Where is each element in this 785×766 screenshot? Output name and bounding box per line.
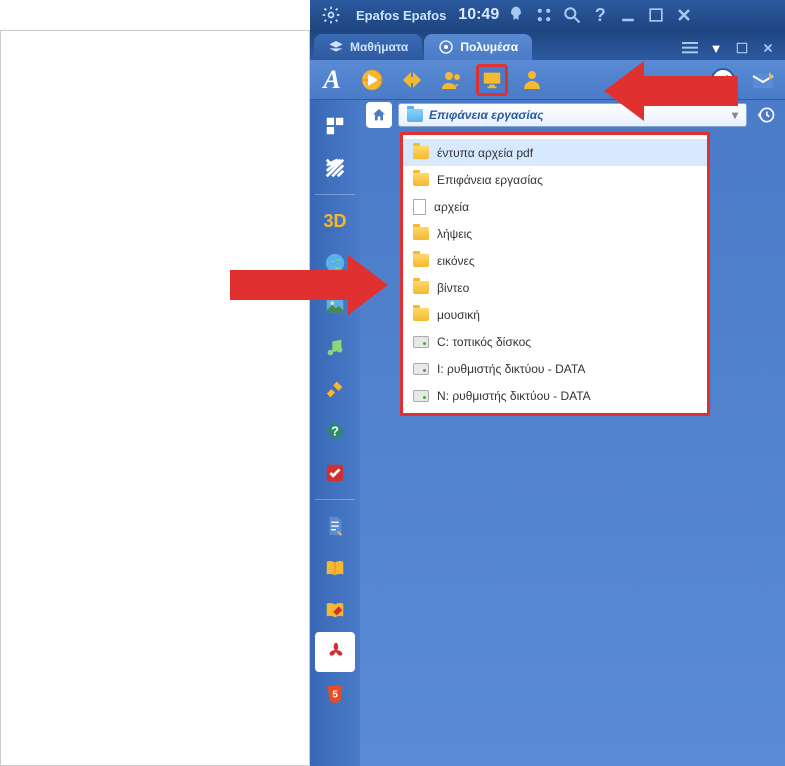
send-icon[interactable] [747,64,779,96]
dropdown-item[interactable]: εικόνες [403,247,707,274]
navigate-icon[interactable] [396,64,428,96]
dropdown-item[interactable]: C: τοπικός δίσκος [403,328,707,355]
tools-icon[interactable] [315,369,355,409]
file-browser: Επιφάνεια εργασίας ▾ Τ ΒΕ έντυπα αρχεία … [360,100,785,766]
titlebar: Epafos Epafos 10:49 ? [310,0,785,30]
minimize-icon[interactable] [617,4,639,26]
dropdown-item-label: C: τοπικός δίσκος [437,335,531,349]
app-title: Epafos Epafos [356,8,446,23]
home-icon[interactable] [366,102,392,128]
folder-icon [413,227,429,240]
collapse-panel-icon[interactable]: ▼ [705,38,727,58]
book-icon[interactable] [315,548,355,588]
right-panel: Epafos Epafos 10:49 ? Μαθήματα Πολυμέσα [310,0,785,766]
folder-icon [413,146,429,159]
folder-icon [413,308,429,321]
dropdown-item[interactable]: έντυπα αρχεία pdf [403,139,707,166]
folder-open-icon [407,109,423,122]
dropdown-item-label: εικόνες [437,254,475,268]
sidebar: 3D ? [310,100,360,766]
close-panel-icon[interactable] [757,38,779,58]
dropdown-item[interactable]: αρχεία [403,193,707,220]
dropdown-item[interactable]: I: ρυθμιστής δικτύου - DATA [403,355,707,382]
dropdown-item-label: αρχεία [434,200,469,214]
clock-time: 10:49 [458,6,499,24]
folder-icon [413,281,429,294]
person-icon[interactable] [516,64,548,96]
tab-multimedia-label: Πολυμέσα [460,40,518,54]
apps-icon[interactable] [533,4,555,26]
main-canvas [0,30,310,766]
tab-multimedia[interactable]: Πολυμέσα [424,34,532,60]
svg-text:?: ? [331,424,339,439]
dropdown-item-label: I: ρυθμιστής δικτύου - DATA [437,362,585,376]
users-icon[interactable] [436,64,468,96]
pattern-icon[interactable] [315,148,355,188]
3d-icon[interactable]: 3D [315,201,355,241]
html5-icon[interactable]: 5 [315,674,355,714]
computer-icon[interactable] [476,64,508,96]
maximize-icon[interactable] [645,4,667,26]
pdf-icon[interactable] [315,632,355,672]
dropdown-item[interactable]: Επιφάνεια εργασίας [403,166,707,193]
drive-icon [413,390,429,402]
history-icon[interactable] [753,102,779,128]
folder-dropdown-panel: έντυπα αρχεία pdf Επιφάνεια εργασίας αρχεί… [400,132,710,416]
music-icon[interactable] [315,327,355,367]
dropdown-item[interactable]: N: ρυθμιστής δικτύου - DATA [403,382,707,409]
dropdown-item-label: Επιφάνεια εργασίας [437,173,543,187]
tabbar: Μαθήματα Πολυμέσα ▼ [310,30,785,60]
close-icon[interactable] [673,4,695,26]
document-icon [413,199,426,215]
popout-panel-icon[interactable] [731,38,753,58]
tab-lessons[interactable]: Μαθήματα [314,34,422,60]
document-icon[interactable] [315,506,355,546]
help-diamond-icon[interactable]: ? [315,411,355,451]
settings-icon[interactable] [320,4,342,26]
help-icon[interactable]: ? [589,4,611,26]
dropdown-item-label: μουσική [437,308,480,322]
dropdown-item[interactable]: βίντεο [403,274,707,301]
dropdown-item-label: έντυπα αρχεία pdf [437,146,533,160]
drive-icon [413,336,429,348]
more-tabs-icon[interactable] [679,38,701,58]
current-path-label: Επιφάνεια εργασίας [429,108,544,122]
check-badge-icon[interactable] [315,453,355,493]
web-browser-icon[interactable] [356,64,388,96]
tab-lessons-label: Μαθήματα [350,40,408,54]
sidebar-divider [315,194,355,195]
folder-icon [413,173,429,186]
dropdown-item-label: λήψεις [437,227,472,241]
dropdown-item[interactable]: λήψεις [403,220,707,247]
layout-icon[interactable] [315,106,355,146]
font-tool-icon[interactable]: A [316,64,348,96]
dropdown-item-label: N: ρυθμιστής δικτύου - DATA [437,389,591,403]
chevron-down-icon: ▾ [732,108,738,122]
folder-icon [413,254,429,267]
rocket-icon[interactable] [505,4,527,26]
book-edit-icon[interactable] [315,590,355,630]
search-icon[interactable] [561,4,583,26]
dropdown-item-label: βίντεο [437,281,469,295]
sidebar-divider [315,499,355,500]
svg-text:5: 5 [332,690,338,701]
path-dropdown[interactable]: Επιφάνεια εργασίας ▾ [398,103,747,127]
drive-icon [413,363,429,375]
dropdown-item[interactable]: μουσική [403,301,707,328]
